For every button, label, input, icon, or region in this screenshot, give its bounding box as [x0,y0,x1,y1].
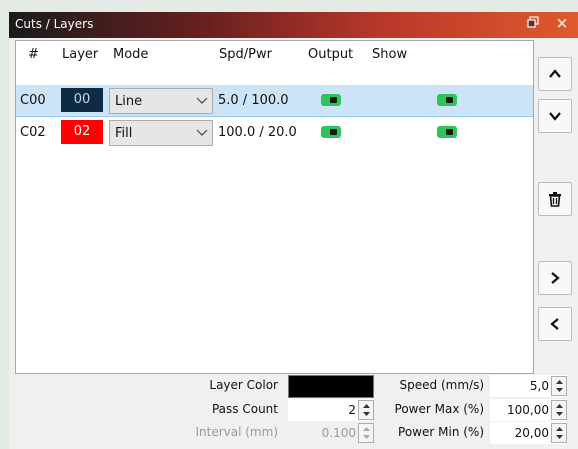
power-max-spinbox[interactable]: 100,00 [490,399,567,421]
output-toggle[interactable] [321,126,341,138]
move-down-button[interactable] [538,99,572,133]
header-output: Output [308,47,354,62]
previous-button[interactable] [538,307,572,341]
layer-chip[interactable]: 00 [61,88,103,112]
layer-color-label: Layer Color [209,378,278,392]
table-row[interactable]: C02 02 Fill 100.0 / 20.0 [16,117,533,149]
speed-power: 100.0 / 20.0 [218,125,297,140]
header-spdpwr: Spd/Pwr [219,47,272,62]
chevron-down-icon [196,93,208,107]
close-button[interactable]: × [553,14,571,32]
speed-spinbox[interactable]: 5,0 [490,375,567,397]
power-max-label: Power Max (%) [394,402,484,416]
spin-arrows-icon[interactable] [551,376,567,396]
power-max-value: 100,00 [507,403,549,417]
speed-value: 5,0 [529,379,549,393]
cut-number: C02 [20,125,46,140]
cuts-layers-panel: Cuts / Layers × # Layer Mode Spd/Pwr Out… [9,12,578,449]
speed-label: Speed (mm/s) [399,378,484,392]
table-row[interactable]: C00 00 Line 5.0 / 100.0 [16,85,533,117]
header-layer: Layer [62,47,99,62]
panel-title: Cuts / Layers [15,17,94,31]
power-min-value: 20,00 [514,426,549,440]
pass-count-spinbox[interactable]: 2 [288,399,374,421]
interval-spinbox[interactable]: 0.100 [288,422,374,444]
output-toggle[interactable] [321,94,341,106]
power-min-label: Power Min (%) [398,425,484,439]
header-num: # [28,47,39,62]
move-up-button[interactable] [538,57,572,91]
mode-value: Line [115,94,143,109]
pass-count-label: Pass Count [211,402,278,416]
header-mode: Mode [113,47,149,62]
show-toggle[interactable] [437,126,457,138]
spin-arrows-icon[interactable] [358,400,374,420]
spin-arrows-icon[interactable] [358,423,374,443]
chevron-down-icon [196,125,208,139]
spin-arrows-icon[interactable] [551,423,567,443]
header-show: Show [372,47,408,62]
restore-icon[interactable] [527,16,543,32]
pass-count-value: 2 [348,403,356,417]
mode-select[interactable]: Line [109,88,213,114]
layer-color-swatch[interactable] [288,375,374,398]
interval-label: Interval (mm) [195,425,278,439]
power-min-spinbox[interactable]: 20,00 [490,422,567,444]
mode-value: Fill [115,126,133,141]
spin-arrows-icon[interactable] [551,400,567,420]
delete-button[interactable] [538,182,572,216]
next-button[interactable] [538,261,572,295]
layers-table[interactable]: # Layer Mode Spd/Pwr Output Show C00 00 … [15,40,534,374]
interval-value: 0.100 [321,426,356,440]
layer-chip[interactable]: 02 [61,120,103,144]
speed-power: 5.0 / 100.0 [218,93,289,108]
show-toggle[interactable] [437,94,457,106]
mode-select[interactable]: Fill [109,120,213,146]
panel-titlebar[interactable]: Cuts / Layers × [9,12,578,38]
cut-number: C00 [20,93,46,108]
